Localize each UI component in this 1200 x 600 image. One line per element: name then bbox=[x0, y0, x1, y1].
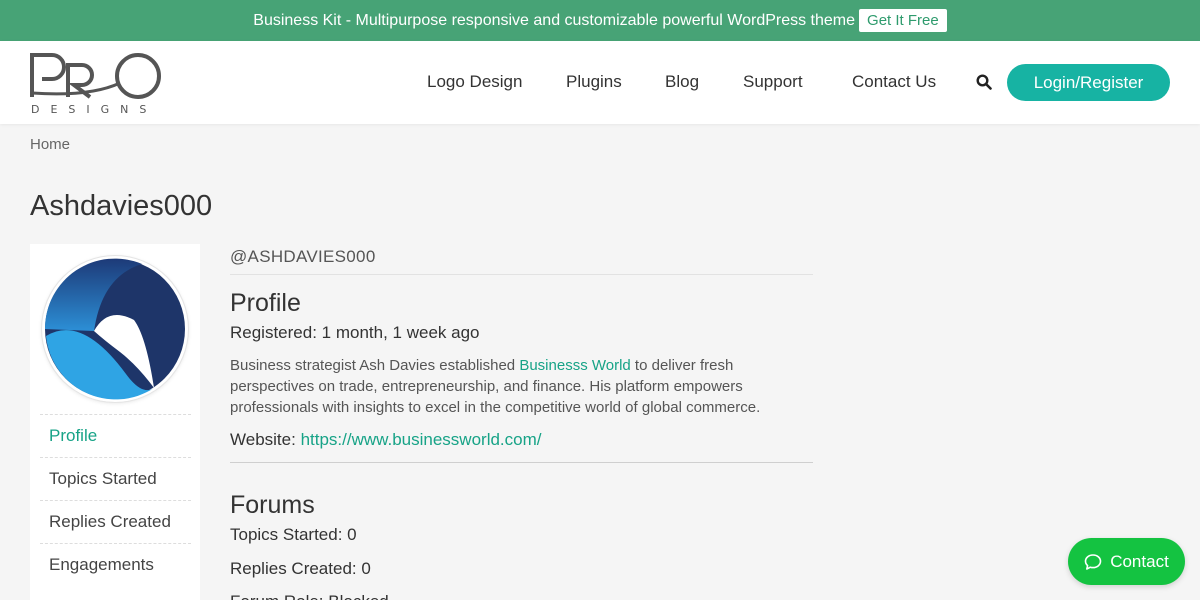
page-title: Ashdavies000 bbox=[30, 190, 213, 222]
avatar[interactable] bbox=[42, 256, 188, 402]
website-row: Website: https://www.businessworld.com/ bbox=[230, 430, 541, 450]
website-link[interactable]: https://www.businessworld.com/ bbox=[301, 430, 542, 449]
nav-contact-us[interactable]: Contact Us bbox=[852, 72, 936, 92]
promo-text: Business Kit - Multipurpose responsive a… bbox=[253, 11, 856, 29]
website-label: Website: bbox=[230, 430, 301, 449]
profile-heading: Profile bbox=[230, 289, 301, 317]
contact-chat-button[interactable]: Contact bbox=[1068, 538, 1185, 585]
bio-link[interactable]: Businesss World bbox=[519, 357, 630, 374]
forum-role: Forum Role: Blocked bbox=[230, 592, 389, 600]
site-logo[interactable]: DESIGNS bbox=[30, 53, 172, 116]
divider bbox=[230, 462, 813, 463]
login-register-button[interactable]: Login/Register bbox=[1007, 64, 1170, 101]
nav-support[interactable]: Support bbox=[743, 72, 803, 92]
nav-blog[interactable]: Blog bbox=[665, 72, 699, 92]
user-bio: Business strategist Ash Davies establish… bbox=[230, 355, 813, 418]
breadcrumb-home[interactable]: Home bbox=[30, 136, 70, 153]
site-header: DESIGNS Logo Design Plugins Blog Support… bbox=[0, 41, 1200, 124]
promo-bar: Business Kit - Multipurpose responsive a… bbox=[0, 0, 1200, 41]
side-item-topics-started[interactable]: Topics Started bbox=[40, 457, 191, 500]
topics-started-count: Topics Started: 0 bbox=[230, 525, 357, 544]
replies-created-count: Replies Created: 0 bbox=[230, 559, 371, 578]
profile-menu: Profile Topics Started Replies Created E… bbox=[40, 414, 191, 586]
get-it-free-button[interactable]: Get It Free bbox=[859, 9, 947, 32]
avatar-image bbox=[44, 258, 186, 400]
chat-bubble-icon bbox=[1084, 553, 1102, 570]
user-handle: @ASHDAVIES000 bbox=[230, 247, 376, 266]
divider bbox=[230, 274, 813, 275]
bio-text-start: Business strategist Ash Davies establish… bbox=[230, 357, 520, 374]
logo-mark-icon: DESIGNS bbox=[30, 53, 161, 116]
side-item-profile[interactable]: Profile bbox=[40, 414, 191, 457]
nav-logo-design[interactable]: Logo Design bbox=[427, 72, 522, 92]
side-item-replies-created[interactable]: Replies Created bbox=[40, 500, 191, 543]
side-item-engagements[interactable]: Engagements bbox=[40, 543, 191, 586]
forums-heading: Forums bbox=[230, 491, 315, 519]
logo-tagline: DESIGNS bbox=[31, 103, 157, 115]
search-icon[interactable] bbox=[976, 74, 992, 90]
profile-sidebar: Profile Topics Started Replies Created E… bbox=[30, 244, 200, 600]
nav-plugins[interactable]: Plugins bbox=[566, 72, 622, 92]
contact-label: Contact bbox=[1110, 551, 1169, 571]
registered-text: Registered: 1 month, 1 week ago bbox=[230, 323, 480, 342]
